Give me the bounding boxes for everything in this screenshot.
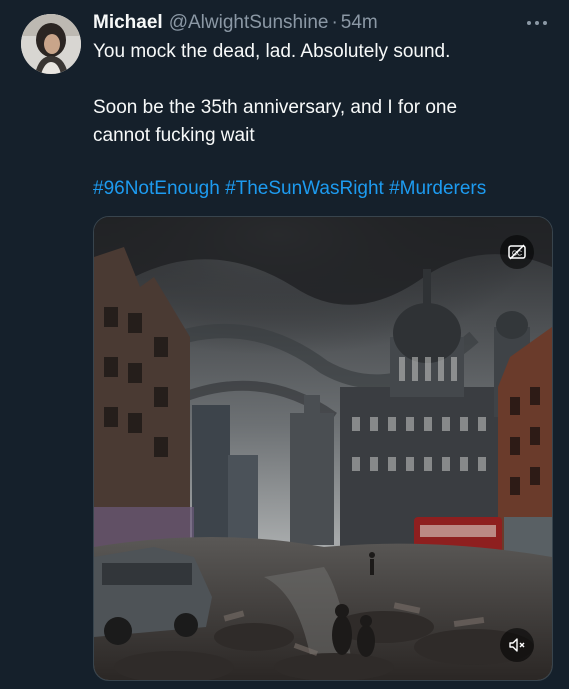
avatar-image (21, 14, 81, 74)
hashtag-link[interactable]: #TheSunWasRight (225, 178, 384, 199)
more-horizontal-icon (527, 21, 547, 25)
hashtag-list: #96NotEnough #TheSunWasRight #Murderers (93, 176, 553, 202)
tweet[interactable]: Michael @AlwightSunshine · 54m You mock … (0, 0, 569, 689)
captions-off-icon: CC (508, 244, 526, 260)
hashtag-link[interactable]: #96NotEnough (93, 178, 220, 199)
tweet-content: Michael @AlwightSunshine · 54m You mock … (93, 10, 553, 202)
hashtag-link[interactable]: #Murderers (389, 178, 486, 199)
tweet-text-line-2: Soon be the 35th anniversary, and I for … (93, 97, 458, 118)
tweet-text-paragraph-2: Soon be the 35th anniversary, and I for … (93, 94, 553, 150)
tweet-text-line-1: You mock the dead, lad. Absolutely sound… (93, 41, 451, 62)
separator-dot: · (331, 12, 338, 33)
media-image (94, 217, 552, 680)
avatar[interactable] (21, 14, 81, 74)
media-video[interactable]: CC (93, 216, 553, 681)
user-handle[interactable]: @AlwightSunshine (169, 10, 329, 36)
display-name[interactable]: Michael (93, 10, 163, 36)
mute-button[interactable] (500, 628, 534, 662)
tweet-text-line-3: cannot fucking wait (93, 125, 255, 146)
captions-button[interactable]: CC (500, 235, 534, 269)
more-options-button[interactable] (524, 10, 550, 36)
tweet-header: Michael @AlwightSunshine · 54m (93, 10, 553, 36)
volume-muted-icon (509, 638, 525, 652)
timestamp[interactable]: 54m (341, 10, 378, 36)
